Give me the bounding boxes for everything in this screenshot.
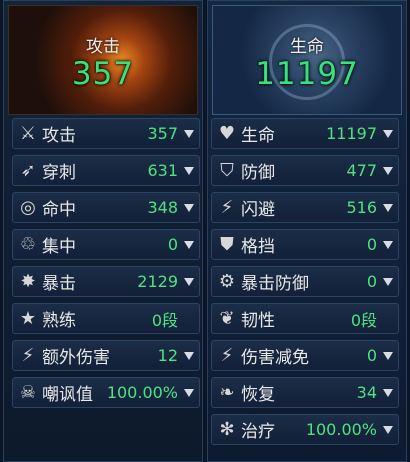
stat-row-damage-reduction[interactable]: ⚡ 伤害减免 0	[211, 340, 399, 371]
shield-icon: ⛉	[220, 160, 234, 181]
stat-row-focus[interactable]: ♲ 集中 0	[12, 229, 200, 260]
expand-arrow-icon[interactable]	[383, 388, 393, 397]
stat-row-crit[interactable]: ✸ 暴击 2129	[12, 266, 200, 297]
stat-row-block[interactable]: ⛊ 格挡 0	[211, 229, 399, 260]
sprout-icon: ❧	[219, 382, 235, 403]
stat-row-accuracy[interactable]: ◎ 命中 348	[12, 192, 200, 223]
arrow-placeholder	[184, 315, 194, 323]
life-header: 生命 11197	[212, 5, 402, 115]
expand-arrow-icon[interactable]	[383, 277, 393, 286]
attack-title: 攻击	[86, 37, 120, 57]
expand-arrow-icon[interactable]	[184, 351, 194, 360]
expand-arrow-icon[interactable]	[383, 351, 393, 360]
life-title: 生命	[290, 37, 324, 57]
attack-total: 357	[71, 56, 135, 92]
expand-arrow-icon[interactable]	[184, 240, 194, 249]
expand-arrow-icon[interactable]	[184, 166, 194, 175]
heart-icon: ♥	[218, 123, 236, 144]
expand-arrow-icon[interactable]	[383, 240, 393, 249]
expand-arrow-icon[interactable]	[184, 203, 194, 212]
stat-row-healing[interactable]: ✻ 治疗 100.00%	[211, 414, 399, 445]
lightning-icon: ⚡	[21, 345, 35, 366]
focus-icon: ♲	[19, 234, 37, 255]
stat-row-attack[interactable]: ⚔ 攻击 357	[12, 118, 200, 149]
burst-icon: ✸	[20, 271, 36, 292]
skull-icon: ☠	[19, 382, 37, 403]
toughness-icon: ❦	[219, 308, 235, 329]
stat-row-mastery[interactable]: ★ 熟练 0段	[12, 303, 200, 334]
expand-arrow-icon[interactable]	[383, 203, 393, 212]
stat-row-evasion[interactable]: ⚡ 闪避 516	[211, 192, 399, 223]
life-total: 11197	[255, 56, 359, 92]
expand-arrow-icon[interactable]	[383, 166, 393, 175]
target-icon: ◎	[20, 197, 36, 218]
expand-arrow-icon[interactable]	[383, 425, 393, 434]
life-panel: 生命 11197 ♥ 生命 11197 ⛉ 防御 477 ⚡ 闪避 516 ⛊ …	[207, 0, 407, 462]
stat-row-extra-damage[interactable]: ⚡ 额外伤害 12	[12, 340, 200, 371]
expand-arrow-icon[interactable]	[184, 388, 194, 397]
star-icon: ★	[19, 308, 37, 329]
crit-defense-icon: ⚙	[218, 271, 236, 292]
damage-reduction-icon: ⚡	[220, 345, 234, 366]
stat-row-toughness[interactable]: ❦ 韧性 0段	[211, 303, 399, 334]
stat-row-crit-defense[interactable]: ⚙ 暴击防御 0	[211, 266, 399, 297]
expand-arrow-icon[interactable]	[383, 129, 393, 138]
attack-header: 攻击 357	[8, 5, 198, 115]
block-icon: ⛊	[220, 234, 234, 255]
stat-row-regen[interactable]: ❧ 恢复 34	[211, 377, 399, 408]
stat-row-defense[interactable]: ⛉ 防御 477	[211, 155, 399, 186]
arrow-placeholder	[383, 315, 393, 323]
stat-row-taunt[interactable]: ☠ 嘲讽值 100.00%	[12, 377, 200, 408]
stat-row-pierce[interactable]: ➶ 穿刺 631	[12, 155, 200, 186]
pierce-icon: ➶	[20, 160, 36, 181]
expand-arrow-icon[interactable]	[184, 277, 194, 286]
heal-icon: ✻	[219, 419, 235, 440]
attack-panel: 攻击 357 ⚔ 攻击 357 ➶ 穿刺 631 ◎ 命中 348 ♲ 集中 0…	[3, 0, 203, 462]
dodge-icon: ⚡	[220, 197, 234, 218]
crossed-swords-icon: ⚔	[19, 123, 37, 144]
expand-arrow-icon[interactable]	[184, 129, 194, 138]
stat-row-hp[interactable]: ♥ 生命 11197	[211, 118, 399, 149]
